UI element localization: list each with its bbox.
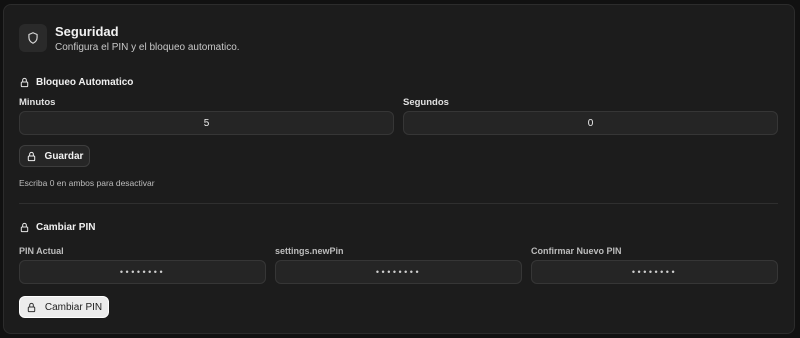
page-title: Seguridad bbox=[55, 24, 119, 39]
seconds-input[interactable]: 0 bbox=[403, 111, 778, 135]
change-pin-heading-label: Cambiar PIN bbox=[36, 221, 96, 233]
shield-icon bbox=[28, 32, 38, 44]
seconds-label: Segundos bbox=[403, 97, 449, 108]
new-pin-label: settings.newPin bbox=[275, 246, 344, 256]
auto-lock-heading-label: Bloqueo Automatico bbox=[36, 76, 134, 88]
lock-icon bbox=[20, 222, 29, 232]
confirm-pin-label: Confirmar Nuevo PIN bbox=[531, 246, 622, 256]
header-icon-box bbox=[19, 24, 47, 52]
lock-icon bbox=[20, 77, 29, 87]
confirm-pin-input[interactable]: •••••••• bbox=[531, 260, 778, 284]
change-pin-button[interactable]: Cambiar PIN bbox=[19, 296, 109, 318]
auto-lock-hint: Escriba 0 en ambos para desactivar bbox=[19, 178, 155, 188]
save-button[interactable]: Guardar bbox=[19, 145, 90, 167]
security-settings-card: Seguridad Configura el PIN y el bloqueo … bbox=[3, 4, 795, 334]
current-pin-label: PIN Actual bbox=[19, 246, 64, 256]
page-subtitle: Configura el PIN y el bloqueo automatico… bbox=[55, 42, 240, 53]
change-pin-heading: Cambiar PIN bbox=[19, 220, 95, 234]
lock-icon bbox=[27, 302, 36, 312]
minutes-label: Minutos bbox=[19, 97, 56, 108]
current-pin-input[interactable]: •••••••• bbox=[19, 260, 266, 284]
lock-icon bbox=[27, 151, 35, 161]
auto-lock-heading: Bloqueo Automatico bbox=[19, 75, 133, 89]
section-divider bbox=[19, 203, 778, 204]
new-pin-input[interactable]: •••••••• bbox=[275, 260, 522, 284]
change-pin-button-label: Cambiar PIN bbox=[44, 301, 103, 313]
minutes-input[interactable]: 5 bbox=[19, 111, 394, 135]
save-button-label: Guardar bbox=[44, 150, 84, 162]
